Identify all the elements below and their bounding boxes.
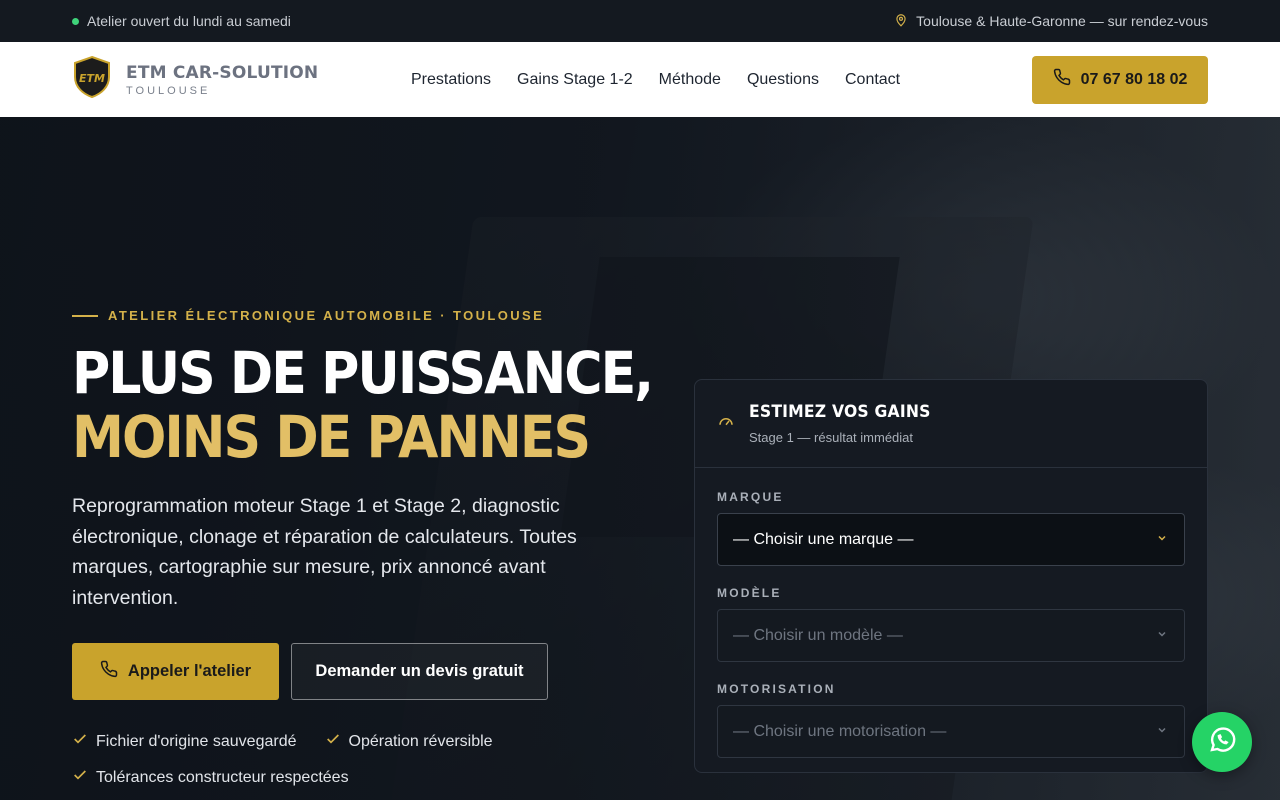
hero-section: ATELIER ÉLECTRONIQUE AUTOMOBILE · TOULOU…: [0, 117, 1280, 800]
request-quote-button[interactable]: Demander un devis gratuit: [291, 643, 548, 700]
main-nav: Prestations Gains Stage 1-2 Méthode Ques…: [411, 71, 900, 89]
hero-lead: Reprogrammation moteur Stage 1 et Stage …: [72, 495, 577, 609]
gauge-icon: [717, 412, 735, 435]
phone-icon: [1053, 68, 1071, 91]
engine-select-value: — Choisir une motorisation —: [733, 722, 947, 740]
brand-city: TOULOUSE: [126, 84, 211, 97]
guarantee-item: Tolérances constructeur respectées: [72, 767, 349, 788]
model-select-value: — Choisir un modèle —: [733, 626, 903, 644]
guarantee-text: Tolérances constructeur respectées: [96, 768, 349, 786]
engine-select[interactable]: — Choisir une motorisation —: [717, 705, 1185, 758]
header-phone-number: 07 67 80 18 02: [1080, 70, 1188, 88]
header-phone-button[interactable]: 07 67 80 18 02: [1032, 55, 1208, 104]
hero-title-line2: MOINS DE PANNES: [72, 403, 591, 471]
brand-select[interactable]: — Choisir une marque —: [717, 513, 1185, 566]
guarantee-item: Opération réversible: [325, 731, 493, 752]
chevron-down-icon: [1156, 531, 1168, 549]
brand-name: ETM CAR-SOLUTION: [126, 62, 319, 83]
hero-eyebrow: ATELIER ÉLECTRONIQUE AUTOMOBILE · TOULOU…: [72, 308, 544, 323]
guarantee-text: Opération réversible: [348, 732, 493, 750]
estimator-form: MARQUE — Choisir une marque — MODÈLE — C…: [695, 468, 1207, 758]
call-workshop-label: Appeler l'atelier: [127, 662, 252, 680]
site-header: ETM ETM CAR-SOLUTION TOULOUSE Prestation…: [0, 42, 1280, 117]
model-field-label: MODÈLE: [717, 586, 782, 600]
whatsapp-button[interactable]: [1192, 712, 1252, 772]
top-info-bar: Atelier ouvert du lundi au samedi Toulou…: [0, 0, 1280, 42]
logo-monogram: ETM: [79, 72, 105, 85]
estimator-subtitle: Stage 1 — résultat immédiat: [749, 430, 914, 445]
check-icon: [72, 731, 88, 752]
estimator-header: ESTIMEZ VOS GAINS Stage 1 — résultat imm…: [695, 380, 1207, 468]
engine-field-label: MOTORISATION: [717, 682, 836, 696]
location-text: Toulouse & Haute-Garonne — sur rendez-vo…: [916, 13, 1208, 29]
estimator-title: ESTIMEZ VOS GAINS: [749, 402, 931, 422]
chevron-down-icon: [1156, 723, 1168, 741]
eyebrow-line: [72, 314, 98, 317]
request-quote-label: Demander un devis gratuit: [315, 662, 524, 680]
chevron-down-icon: [1156, 627, 1168, 645]
call-workshop-button[interactable]: Appeler l'atelier: [72, 643, 279, 700]
nav-prestations[interactable]: Prestations: [411, 71, 491, 89]
guarantee-item: Fichier d'origine sauvegardé: [72, 731, 297, 752]
nav-gains-stage[interactable]: Gains Stage 1-2: [517, 71, 633, 89]
guarantees-list: Fichier d'origine sauvegardé Opération r…: [72, 731, 493, 800]
brand-select-value: — Choisir une marque —: [733, 530, 914, 548]
nav-contact[interactable]: Contact: [845, 71, 900, 89]
opening-hours-text: Atelier ouvert du lundi au samedi: [87, 13, 291, 29]
model-select[interactable]: — Choisir un modèle —: [717, 609, 1185, 662]
guarantee-text: Fichier d'origine sauvegardé: [96, 732, 297, 750]
nav-questions[interactable]: Questions: [747, 71, 819, 89]
whatsapp-icon: [1206, 724, 1238, 761]
phone-icon: [100, 660, 118, 683]
check-icon: [325, 731, 341, 752]
brand-field-label: MARQUE: [717, 490, 784, 504]
location-info: Toulouse & Haute-Garonne — sur rendez-vo…: [894, 13, 1208, 30]
opening-hours: Atelier ouvert du lundi au samedi: [72, 13, 291, 29]
status-dot-icon: [72, 17, 79, 25]
map-pin-icon: [894, 13, 908, 30]
hero-eyebrow-text: ATELIER ÉLECTRONIQUE AUTOMOBILE · TOULOU…: [108, 308, 545, 323]
check-icon: [72, 767, 88, 788]
shield-logo-icon: ETM: [72, 55, 112, 104]
brand-logo-link[interactable]: ETM ETM CAR-SOLUTION TOULOUSE: [72, 55, 372, 104]
hero-title: PLUS DE PUISSANCE, MOINS DE PANNES: [72, 339, 654, 471]
nav-methode[interactable]: Méthode: [659, 71, 721, 89]
gains-estimator-card: ESTIMEZ VOS GAINS Stage 1 — résultat imm…: [694, 379, 1208, 773]
hero-title-line1: PLUS DE PUISSANCE,: [72, 339, 654, 407]
